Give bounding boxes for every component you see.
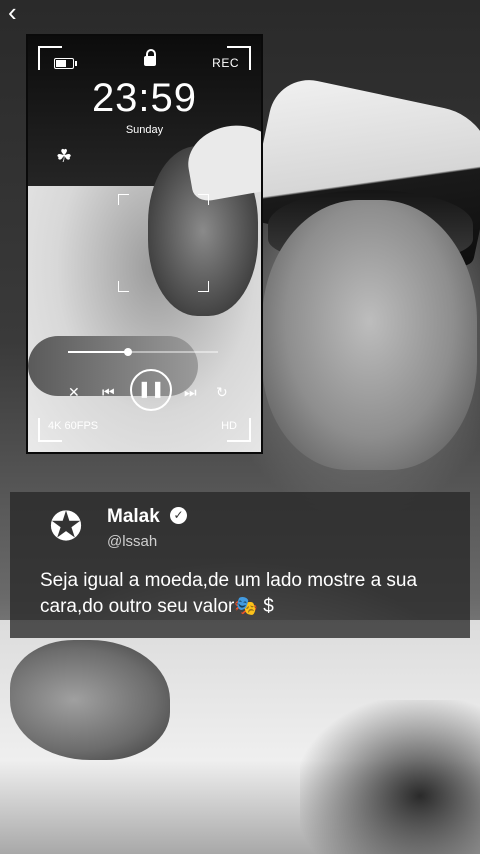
clock-time: 23:59 [91,76,198,120]
background-photo-hand [10,640,170,760]
video-quality-label: 4K 60FPS [48,420,99,432]
avatar[interactable]: ✪ [38,502,94,552]
rec-label: REC [212,56,239,70]
pause-icon: ❚❚ [137,381,165,398]
tweet-display-name[interactable]: Malak [107,506,160,528]
background-photo-shadow [300,700,480,854]
chevron-left-icon: ‹ [8,0,17,27]
hd-label: HD [221,420,237,432]
media-progress-fill [68,351,128,353]
clover-icon: ☘ [56,146,73,166]
focus-bracket [118,281,129,292]
clock-day: Sunday [125,124,164,136]
back-button[interactable]: ‹ [8,0,36,26]
focus-bracket [198,194,209,205]
phone-lockscreen-frame: REC 23:59 Sunday ☘ ✕ ⏮ ❚❚ ⏭ ↻ 4K 60FPS H… [26,34,263,454]
next-track-icon[interactable]: ⏭ [184,384,197,401]
battery-icon [54,58,77,69]
verified-badge-icon: ✓ [170,507,187,524]
lock-icon [144,49,156,66]
previous-track-icon[interactable]: ⏮ [102,384,115,401]
repeat-icon[interactable]: ↻ [216,384,228,401]
focus-bracket [198,281,209,292]
background-photo-face [262,200,477,470]
media-progress-knob[interactable] [124,348,132,356]
pause-button[interactable]: ❚❚ [130,369,172,411]
story-canvas: ‹ REC 23:59 Sunday ☘ ✕ ⏮ ❚❚ ⏭ ↻ 4K 60FPS… [0,0,480,854]
tweet-text: Seja igual a moeda,de um lado mostre a s… [40,570,418,617]
tweet-card: ✪ Malak ✓ @lssah Seja igual a moeda,de u… [10,492,470,638]
shuffle-icon[interactable]: ✕ [68,384,80,401]
tweet-handle[interactable]: @lssah [107,533,157,550]
focus-bracket [118,194,129,205]
media-progress-bar[interactable] [68,348,218,356]
silhouette-avatar-icon: ✪ [49,505,83,549]
